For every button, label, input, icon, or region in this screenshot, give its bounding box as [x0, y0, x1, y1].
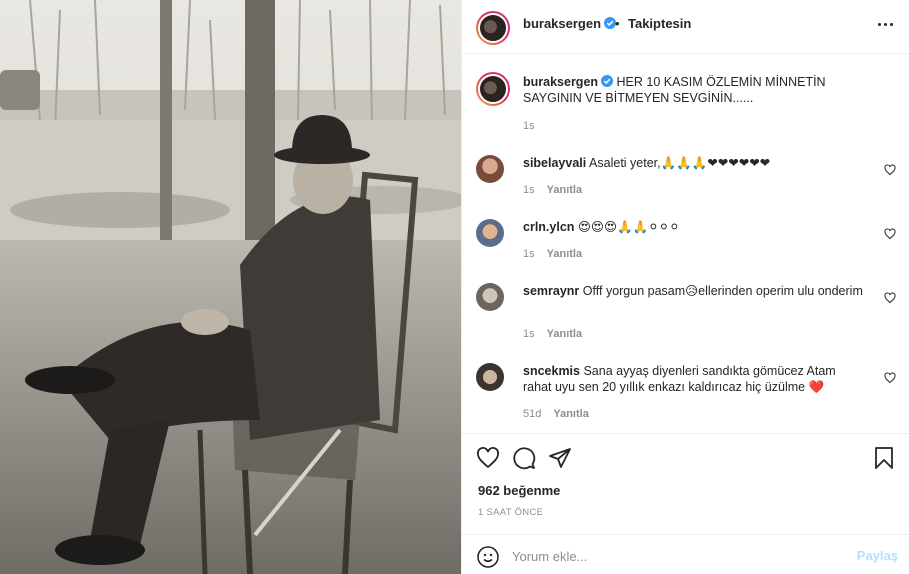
more-horizontal-icon[interactable] — [876, 14, 896, 34]
comment-text: 😍😍😍🙏🙏⚪⚪⚪ — [577, 220, 680, 234]
post-timestamp: 1 SAAT ÖNCE — [478, 507, 544, 518]
comment-meta: 51d Yanıtla — [523, 408, 589, 420]
comment-text: Asaleti yeter,🙏🙏🙏❤❤❤❤❤❤ — [589, 156, 771, 170]
reply-button[interactable]: Yanıtla — [547, 184, 582, 196]
comment-input[interactable] — [512, 546, 832, 566]
add-comment-bar: Paylaş — [462, 534, 909, 574]
photo-image — [0, 0, 461, 574]
comment-username[interactable]: sibelayvali — [523, 156, 586, 170]
comment-time: 51d — [523, 408, 542, 420]
post-photo — [0, 0, 461, 574]
comment-time: 1s — [523, 184, 535, 196]
comment-icon[interactable] — [512, 446, 536, 470]
caption-time: 1s — [523, 120, 535, 132]
comment-meta: 1s Yanıtla — [523, 328, 582, 340]
post-side-panel: buraksergen • Takiptesin buraksergen HER… — [461, 0, 909, 574]
post-header: buraksergen • Takiptesin — [462, 0, 909, 54]
comment-meta: 1s Yanıtla — [523, 248, 582, 260]
like-comment-heart-icon[interactable] — [884, 292, 896, 304]
likes-count[interactable]: 962 beğenme — [478, 483, 560, 498]
like-comment-heart-icon[interactable] — [884, 164, 896, 176]
reply-button[interactable]: Yanıtla — [553, 408, 588, 420]
like-comment-heart-icon[interactable] — [884, 372, 896, 384]
comment-time: 1s — [523, 248, 535, 260]
comment-username[interactable]: sncekmis — [523, 364, 580, 378]
post-actions: 962 beğenme 1 SAAT ÖNCE Paylaş — [462, 433, 909, 574]
comment-body: crln.ylcn 😍😍😍🙏🙏⚪⚪⚪ — [523, 219, 863, 235]
reply-button[interactable]: Yanıtla — [547, 328, 582, 340]
post-comment-button[interactable]: Paylaş — [857, 548, 898, 563]
author-username[interactable]: buraksergen — [523, 16, 617, 31]
author-username-text[interactable]: buraksergen — [523, 16, 601, 31]
follow-status-button[interactable]: Takiptesin — [628, 16, 691, 31]
caption-meta: 1s — [523, 120, 535, 132]
comment-body: sibelayvali Asaleti yeter,🙏🙏🙏❤❤❤❤❤❤ — [523, 155, 863, 171]
caption-username[interactable]: buraksergen — [523, 75, 598, 89]
comment-avatar[interactable] — [476, 155, 504, 183]
follow-separator: • — [615, 16, 620, 31]
caption-avatar[interactable] — [476, 72, 510, 106]
verified-badge-icon — [601, 75, 614, 87]
comment-avatar[interactable] — [476, 219, 504, 247]
comment-meta: 1s Yanıtla — [523, 184, 582, 196]
comment-avatar[interactable] — [476, 283, 504, 311]
comment-body: semraynr Offf yorgun pasam😥ellerinden op… — [523, 283, 863, 299]
comment-text: Offf yorgun pasam😥ellerinden operim ulu … — [582, 284, 863, 298]
emoji-icon[interactable] — [476, 545, 500, 569]
author-avatar[interactable] — [476, 11, 510, 45]
like-comment-heart-icon[interactable] — [884, 228, 896, 240]
reply-button[interactable]: Yanıtla — [547, 248, 582, 260]
comment-avatar[interactable] — [476, 363, 504, 391]
bookmark-icon[interactable] — [872, 446, 896, 470]
heart-icon[interactable] — [476, 446, 500, 470]
comment-body: sncekmis Sana ayyaş diyenleri sandıkta g… — [523, 363, 863, 395]
comment-username[interactable]: crln.ylcn — [523, 220, 574, 234]
comments-list[interactable]: buraksergen HER 10 KASIM ÖZLEMİN MİNNETİ… — [462, 55, 909, 433]
comment-username[interactable]: semraynr — [523, 284, 579, 298]
share-icon[interactable] — [548, 446, 572, 470]
caption-body: buraksergen HER 10 KASIM ÖZLEMİN MİNNETİ… — [523, 74, 863, 106]
comment-time: 1s — [523, 328, 535, 340]
